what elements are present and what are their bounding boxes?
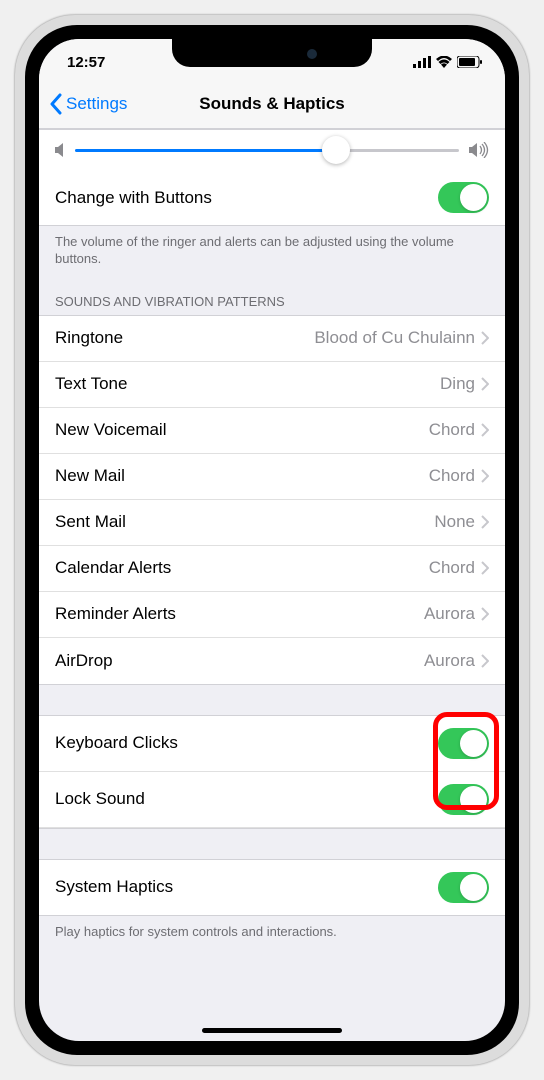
chevron-right-icon	[481, 469, 489, 483]
volume-low-icon	[55, 143, 65, 157]
sound-patterns-group: Ringtone Blood of Cu Chulainn Text Tone …	[39, 315, 505, 685]
chevron-right-icon	[481, 654, 489, 668]
nav-bar: Settings Sounds & Haptics	[39, 79, 505, 129]
status-time: 12:57	[67, 54, 105, 71]
status-icons	[413, 56, 483, 68]
screen: 12:57 Settings Sounds & Haptics	[39, 39, 505, 1041]
system-haptics-toggle[interactable]	[438, 872, 489, 903]
row-label: Reminder Alerts	[55, 604, 176, 624]
volume-footer: The volume of the ringer and alerts can …	[39, 226, 505, 276]
row-label: System Haptics	[55, 877, 173, 897]
row-value: None	[434, 512, 489, 532]
reminder-alerts-row[interactable]: Reminder Alerts Aurora	[39, 592, 505, 638]
clicks-group: Keyboard Clicks Lock Sound	[39, 715, 505, 829]
row-label: Calendar Alerts	[55, 558, 171, 578]
keyboard-clicks-row[interactable]: Keyboard Clicks	[39, 716, 505, 772]
notch	[172, 39, 372, 67]
chevron-right-icon	[481, 423, 489, 437]
row-label: New Voicemail	[55, 420, 167, 440]
volume-group: Change with Buttons	[39, 129, 505, 226]
back-label: Settings	[66, 94, 127, 114]
change-with-buttons-row[interactable]: Change with Buttons	[39, 170, 505, 225]
row-label: Text Tone	[55, 374, 127, 394]
row-label: Ringtone	[55, 328, 123, 348]
content: Change with Buttons The volume of the ri…	[39, 129, 505, 949]
back-button[interactable]: Settings	[49, 93, 127, 115]
lock-sound-toggle[interactable]	[438, 784, 489, 815]
row-label: Sent Mail	[55, 512, 126, 532]
chevron-left-icon	[49, 93, 62, 115]
airdrop-row[interactable]: AirDrop Aurora	[39, 638, 505, 684]
row-label: Keyboard Clicks	[55, 733, 178, 753]
volume-slider[interactable]	[75, 149, 459, 152]
volume-slider-row	[39, 130, 505, 170]
row-label: Lock Sound	[55, 789, 145, 809]
chevron-right-icon	[481, 561, 489, 575]
section-gap	[39, 685, 505, 715]
slider-thumb[interactable]	[322, 136, 350, 164]
sent-mail-row[interactable]: Sent Mail None	[39, 500, 505, 546]
calendar-alerts-row[interactable]: Calendar Alerts Chord	[39, 546, 505, 592]
keyboard-clicks-toggle[interactable]	[438, 728, 489, 759]
page-title: Sounds & Haptics	[199, 94, 344, 114]
lock-sound-row[interactable]: Lock Sound	[39, 772, 505, 828]
home-indicator[interactable]	[202, 1028, 342, 1033]
row-value: Ding	[440, 374, 489, 394]
row-value: Aurora	[424, 651, 489, 671]
text-tone-row[interactable]: Text Tone Ding	[39, 362, 505, 408]
cellular-icon	[413, 56, 431, 68]
haptics-footer: Play haptics for system controls and int…	[39, 916, 505, 949]
row-label: AirDrop	[55, 651, 113, 671]
wifi-icon	[436, 56, 452, 68]
row-value: Chord	[429, 466, 489, 486]
section-gap	[39, 829, 505, 859]
patterns-header: SOUNDS AND VIBRATION PATTERNS	[39, 276, 505, 315]
row-value: Aurora	[424, 604, 489, 624]
chevron-right-icon	[481, 515, 489, 529]
system-haptics-row[interactable]: System Haptics	[39, 860, 505, 915]
ringtone-row[interactable]: Ringtone Blood of Cu Chulainn	[39, 316, 505, 362]
change-with-buttons-toggle[interactable]	[438, 182, 489, 213]
chevron-right-icon	[481, 331, 489, 345]
chevron-right-icon	[481, 607, 489, 621]
chevron-right-icon	[481, 377, 489, 391]
haptics-group: System Haptics	[39, 859, 505, 916]
row-value: Chord	[429, 420, 489, 440]
change-with-buttons-label: Change with Buttons	[55, 188, 212, 208]
phone-bezel: 12:57 Settings Sounds & Haptics	[25, 25, 519, 1055]
row-value: Blood of Cu Chulainn	[314, 328, 489, 348]
new-voicemail-row[interactable]: New Voicemail Chord	[39, 408, 505, 454]
row-label: New Mail	[55, 466, 125, 486]
volume-high-icon	[469, 142, 489, 158]
phone-frame: 12:57 Settings Sounds & Haptics	[15, 15, 529, 1065]
battery-icon	[457, 56, 483, 68]
row-value: Chord	[429, 558, 489, 578]
new-mail-row[interactable]: New Mail Chord	[39, 454, 505, 500]
